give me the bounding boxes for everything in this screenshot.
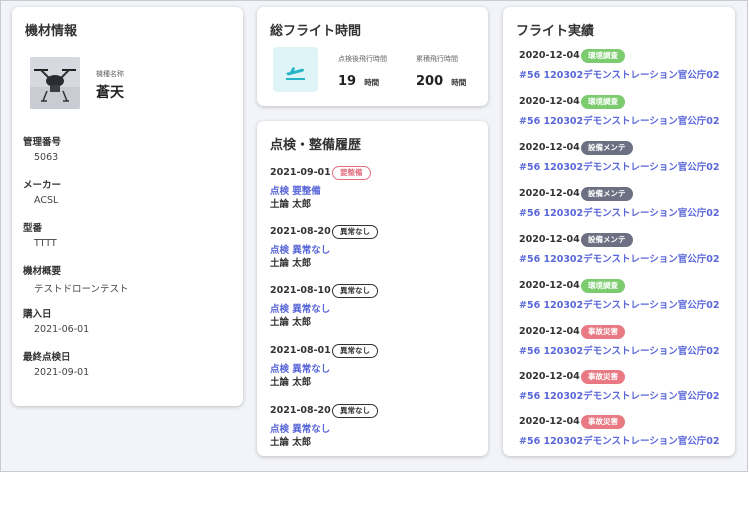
flight-date: 2020-12-04 (519, 50, 580, 61)
dashboard-frame: 機材情報 機種名称 蒼天 管理番号 5063 メーカー ACSL 型番 TTTT… (0, 0, 748, 472)
last-inspection-label: 最終点検日 (23, 352, 71, 363)
accident-disaster-badge: 事故災害 (581, 415, 625, 429)
maintenance-card-title: 点検・整備履歴 (270, 138, 362, 153)
maintenance-date: 2021-09-01 (270, 167, 331, 178)
since-inspection-unit: 時間 (364, 78, 380, 87)
cumulative-value: 200 (416, 74, 444, 89)
maintenance-person: 土論 太郎 (270, 258, 312, 269)
equipment-maintenance-badge: 設備メンテ (581, 141, 633, 155)
flight-time-card-title: 総フライト時間 (270, 24, 362, 39)
environment-survey-badge: 環境調査 (581, 279, 625, 293)
maintenance-person: 土論 太郎 (270, 377, 312, 388)
accident-disaster-badge: 事故災害 (581, 370, 625, 384)
maintenance-link[interactable]: 点検 要整備 (270, 183, 321, 197)
maintenance-person: 土論 太郎 (270, 199, 312, 210)
flight-date: 2020-12-04 (519, 280, 580, 291)
flight-link[interactable]: #56 120302デモンストレーション官公庁02 (519, 205, 720, 219)
equipment-card: 機材情報 機種名称 蒼天 管理番号 5063 メーカー ACSL 型番 TTTT… (12, 7, 243, 406)
maintenance-person: 土論 太郎 (270, 317, 312, 328)
purchase-date-value: 2021-06-01 (34, 324, 90, 335)
flight-link[interactable]: #56 120302デモンストレーション官公庁02 (519, 67, 720, 81)
flight-link[interactable]: #56 120302デモンストレーション官公庁02 (519, 159, 720, 173)
flight-link[interactable]: #56 120302デモンストレーション官公庁02 (519, 343, 720, 357)
maintenance-card: 点検・整備履歴 2021-09-01 要整備 点検 要整備 土論 太郎 2021… (257, 121, 488, 456)
model-number-value: TTTT (34, 238, 57, 249)
needs-service-badge: 要整備 (332, 166, 371, 180)
maker-value: ACSL (34, 195, 59, 206)
since-inspection-stat: 19 時間 (338, 70, 379, 89)
no-issue-badge: 異常なし (332, 344, 378, 358)
flight-date: 2020-12-04 (519, 416, 580, 427)
since-inspection-value: 19 (338, 74, 357, 89)
maintenance-link[interactable]: 点検 異常なし (270, 361, 330, 375)
maintenance-link[interactable]: 点検 異常なし (270, 421, 330, 435)
flight-date: 2020-12-04 (519, 371, 580, 382)
model-name: 蒼天 (96, 85, 124, 101)
drone-photo-icon (30, 57, 80, 109)
maintenance-date: 2021-08-10 (270, 285, 331, 296)
last-inspection-value: 2021-09-01 (34, 367, 90, 378)
maker-label: メーカー (23, 180, 62, 191)
equipment-maintenance-badge: 設備メンテ (581, 233, 633, 247)
overview-value: テストドローンテスト (34, 284, 129, 295)
maintenance-link[interactable]: 点検 異常なし (270, 301, 330, 315)
maintenance-date: 2021-08-20 (270, 405, 331, 416)
flight-link[interactable]: #56 120302デモンストレーション官公庁02 (519, 433, 720, 447)
flight-records-card: フライト実績 2020-12-04 環境調査 #56 120302デモンストレー… (503, 7, 735, 456)
model-number-label: 型番 (23, 223, 43, 234)
model-name-label: 機種名称 (96, 70, 124, 78)
flight-link[interactable]: #56 120302デモンストレーション官公庁02 (519, 113, 720, 127)
flight-date: 2020-12-04 (519, 142, 580, 153)
flight-date: 2020-12-04 (519, 188, 580, 199)
cumulative-unit: 時間 (451, 78, 467, 87)
flight-date: 2020-12-04 (519, 326, 580, 337)
no-issue-badge: 異常なし (332, 404, 378, 418)
cumulative-label: 累積飛行時間 (416, 55, 458, 63)
maintenance-date: 2021-08-20 (270, 226, 331, 237)
no-issue-badge: 異常なし (332, 284, 378, 298)
environment-survey-badge: 環境調査 (581, 49, 625, 63)
no-issue-badge: 異常なし (332, 225, 378, 239)
cumulative-stat: 200 時間 (416, 70, 466, 89)
management-number-value: 5063 (34, 152, 59, 163)
since-inspection-label: 点検後飛行時間 (338, 55, 387, 63)
flight-link[interactable]: #56 120302デモンストレーション官公庁02 (519, 251, 720, 265)
maintenance-date: 2021-08-01 (270, 345, 331, 356)
accident-disaster-badge: 事故災害 (581, 325, 625, 339)
flight-date: 2020-12-04 (519, 96, 580, 107)
airplane-takeoff-icon (273, 47, 318, 92)
maintenance-person: 土論 太郎 (270, 437, 312, 448)
purchase-date-label: 購入日 (23, 309, 52, 320)
flight-link[interactable]: #56 120302デモンストレーション官公庁02 (519, 388, 720, 402)
environment-survey-badge: 環境調査 (581, 95, 625, 109)
equipment-card-title: 機材情報 (25, 24, 78, 39)
flight-link[interactable]: #56 120302デモンストレーション官公庁02 (519, 297, 720, 311)
equipment-maintenance-badge: 設備メンテ (581, 187, 633, 201)
maintenance-link[interactable]: 点検 異常なし (270, 242, 330, 256)
management-number-label: 管理番号 (23, 137, 62, 148)
overview-label: 機材概要 (23, 266, 62, 277)
flight-date: 2020-12-04 (519, 234, 580, 245)
flight-time-card: 総フライト時間 点検後飛行時間 19 時間 累積飛行時間 200 時間 (257, 7, 488, 106)
flight-records-card-title: フライト実績 (516, 24, 595, 39)
